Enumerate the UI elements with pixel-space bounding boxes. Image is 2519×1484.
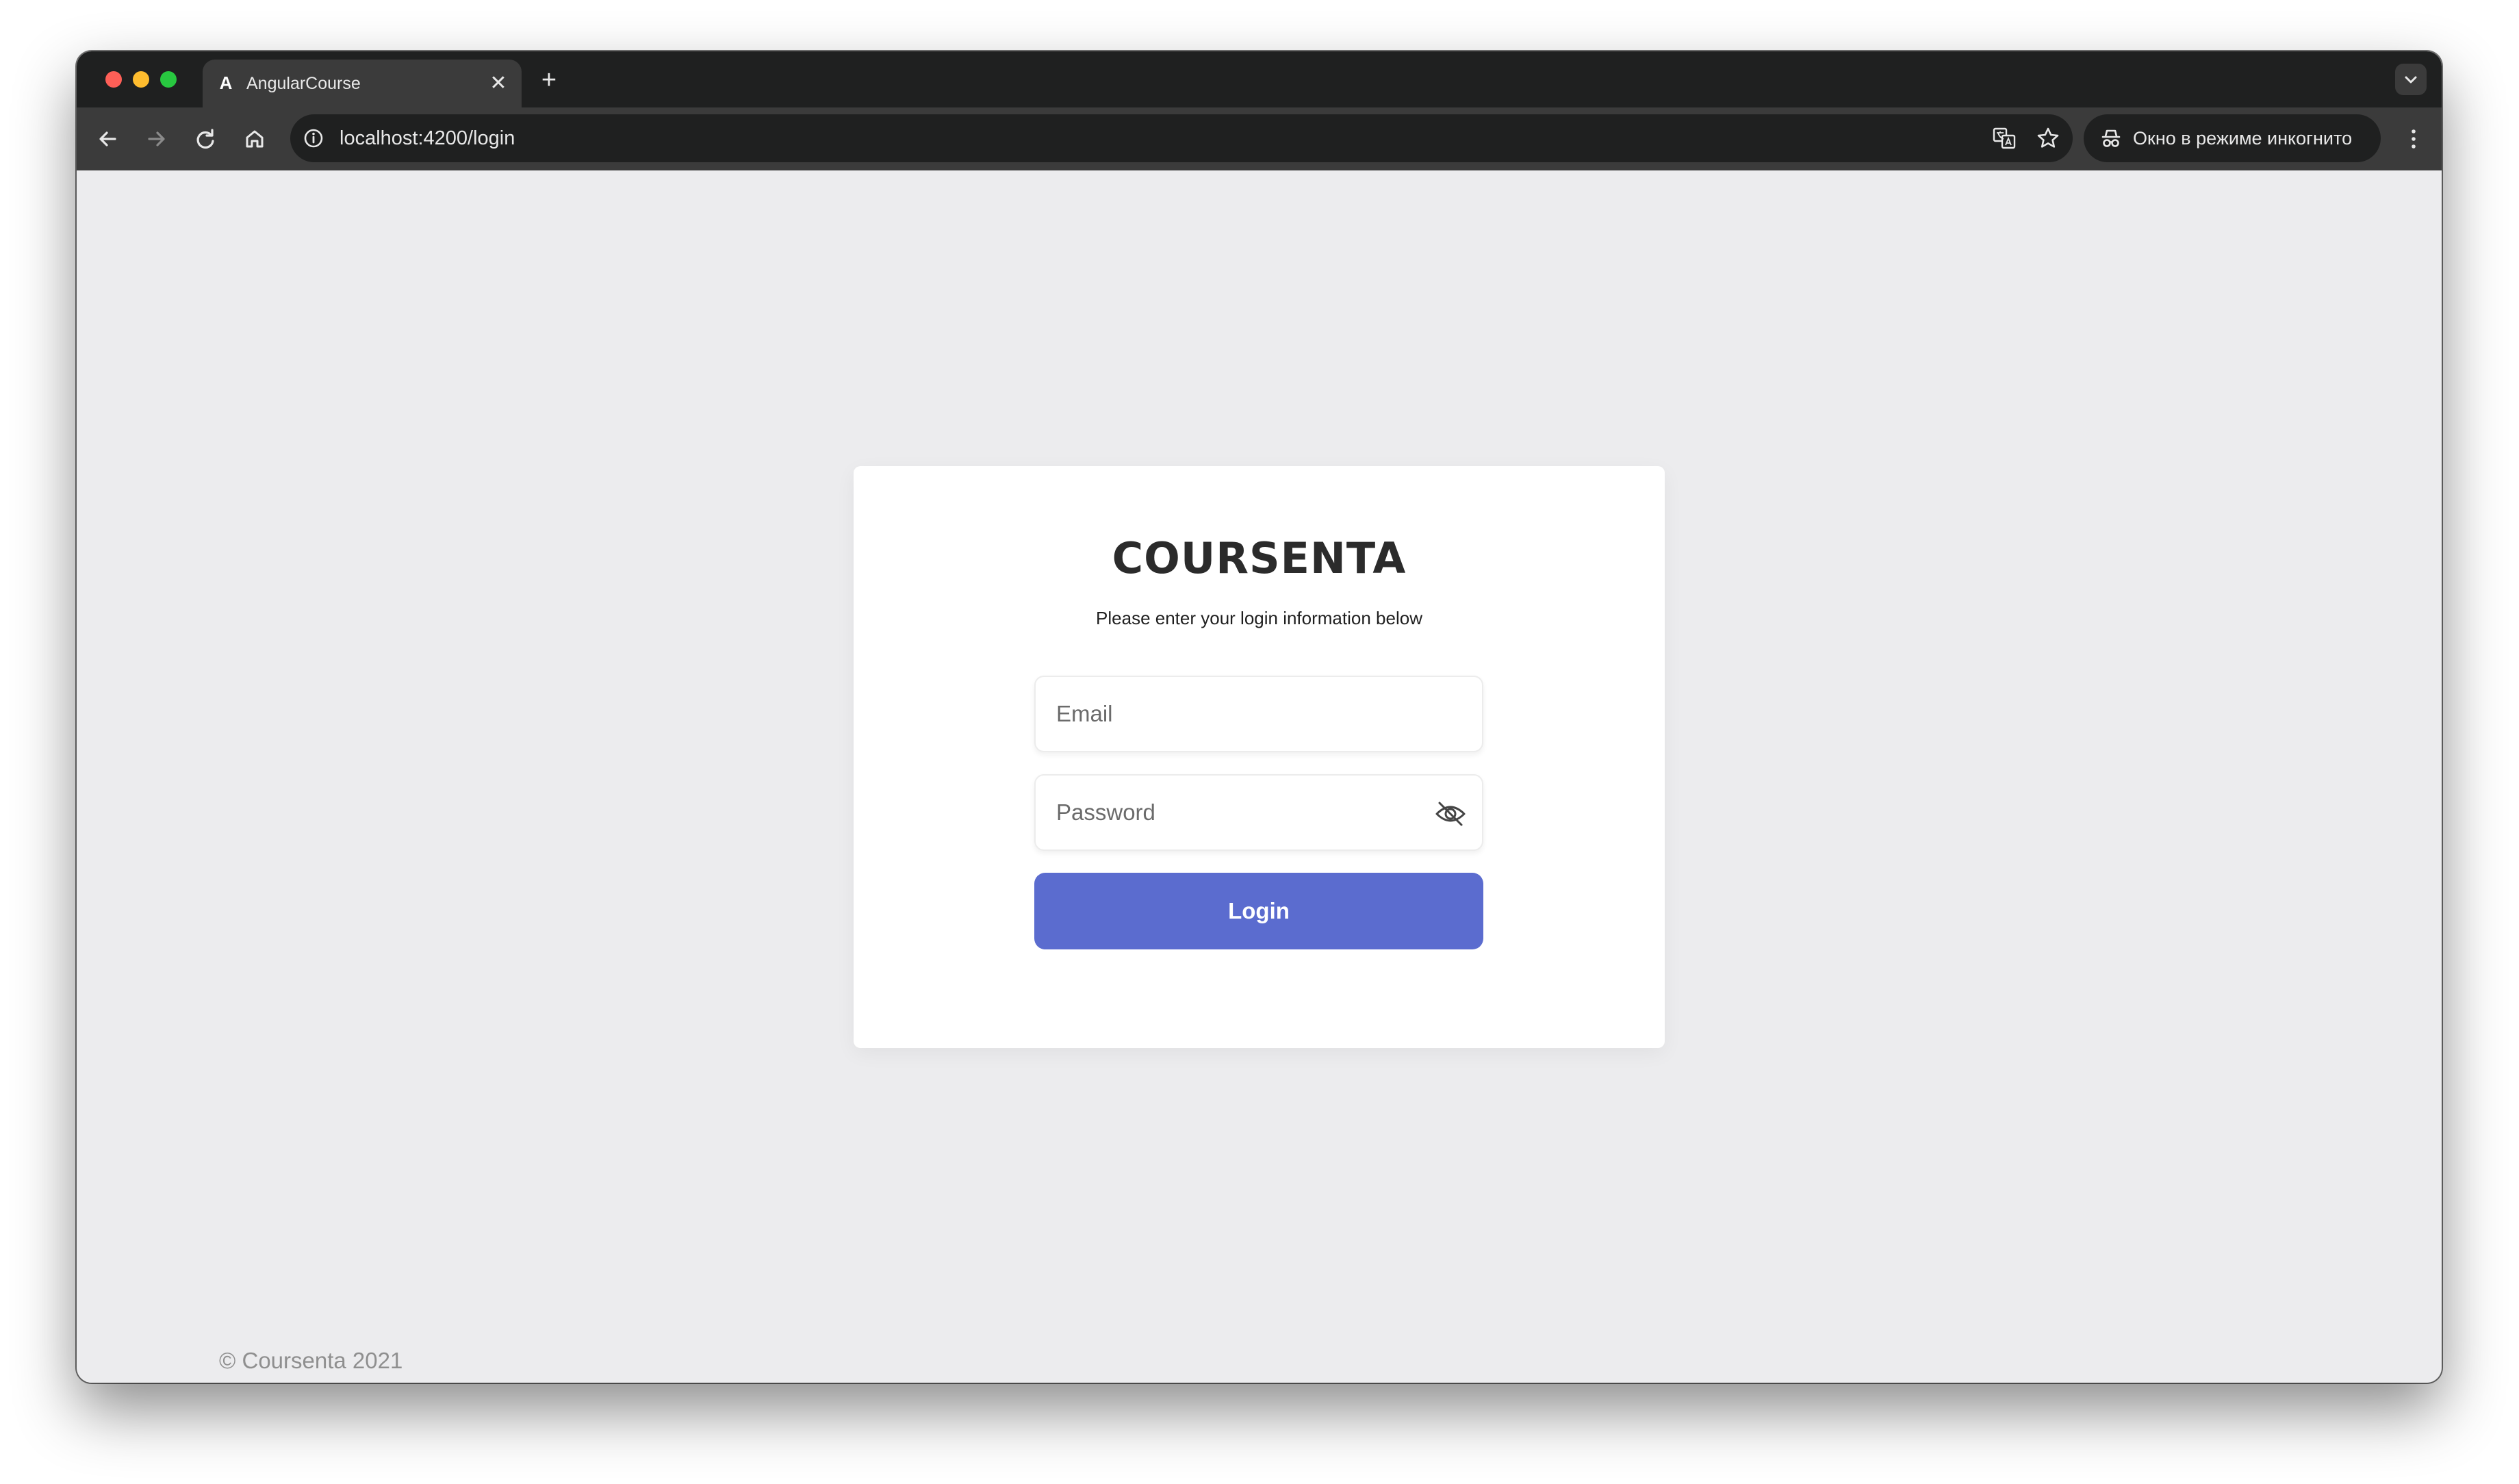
tab-title: AngularCourse bbox=[246, 74, 361, 93]
maximize-window-button[interactable] bbox=[160, 71, 177, 88]
login-button[interactable]: Login bbox=[1034, 873, 1483, 949]
password-field[interactable] bbox=[1034, 774, 1483, 851]
page-content: COURSENTA Please enter your login inform… bbox=[77, 170, 2442, 1383]
forward-button[interactable] bbox=[140, 123, 172, 155]
bookmark-button[interactable] bbox=[2034, 125, 2062, 152]
incognito-icon bbox=[2099, 126, 2123, 151]
chevron-down-icon bbox=[2405, 76, 2417, 84]
new-tab-button[interactable]: + bbox=[535, 66, 563, 94]
eye-off-icon bbox=[1435, 802, 1466, 826]
arrow-left-icon bbox=[99, 131, 116, 146]
reload-button[interactable] bbox=[189, 123, 222, 155]
home-icon bbox=[246, 130, 264, 148]
tab-strip: A AngularCourse ✕ + bbox=[77, 51, 2442, 107]
login-card: COURSENTA Please enter your login inform… bbox=[854, 466, 1665, 1048]
password-input[interactable] bbox=[1036, 776, 1482, 849]
login-subtitle: Please enter your login information belo… bbox=[1096, 608, 1422, 628]
site-info-button[interactable] bbox=[301, 126, 326, 151]
info-icon bbox=[304, 129, 323, 148]
incognito-indicator[interactable]: Окно в режиме инкогнито bbox=[2084, 114, 2381, 162]
back-button[interactable] bbox=[92, 123, 125, 155]
kebab-menu-icon bbox=[2412, 129, 2416, 149]
incognito-label: Окно в режиме инкогнито bbox=[2133, 128, 2353, 149]
toggle-password-visibility-button[interactable] bbox=[1431, 795, 1470, 833]
browser-toolbar: localhost:4200/login Окно в режиме инког… bbox=[77, 107, 2442, 170]
email-input[interactable] bbox=[1036, 677, 1482, 751]
brand-title: COURSENTA bbox=[1112, 533, 1407, 583]
address-bar[interactable]: localhost:4200/login bbox=[290, 114, 2073, 162]
arrow-right-icon bbox=[148, 131, 165, 146]
translate-button[interactable] bbox=[1991, 125, 2018, 152]
home-button[interactable] bbox=[238, 123, 271, 155]
translate-icon bbox=[1993, 127, 2016, 149]
copyright-footer: © Coursenta 2021 bbox=[219, 1348, 403, 1373]
tab-search-button[interactable] bbox=[2395, 64, 2427, 95]
browser-window: A AngularCourse ✕ + localhost:4200/login… bbox=[77, 51, 2442, 1383]
angular-favicon-icon: A bbox=[219, 73, 233, 93]
email-field[interactable] bbox=[1034, 676, 1483, 752]
reload-icon bbox=[196, 129, 214, 149]
tab-close-icon[interactable]: ✕ bbox=[487, 73, 509, 94]
close-window-button[interactable] bbox=[105, 71, 122, 88]
url-text[interactable]: localhost:4200/login bbox=[340, 127, 515, 150]
star-icon bbox=[2037, 127, 2059, 148]
tab-angularcourse[interactable]: A AngularCourse ✕ bbox=[203, 60, 522, 107]
browser-menu-button[interactable] bbox=[2397, 123, 2430, 155]
minimize-window-button[interactable] bbox=[133, 71, 149, 88]
